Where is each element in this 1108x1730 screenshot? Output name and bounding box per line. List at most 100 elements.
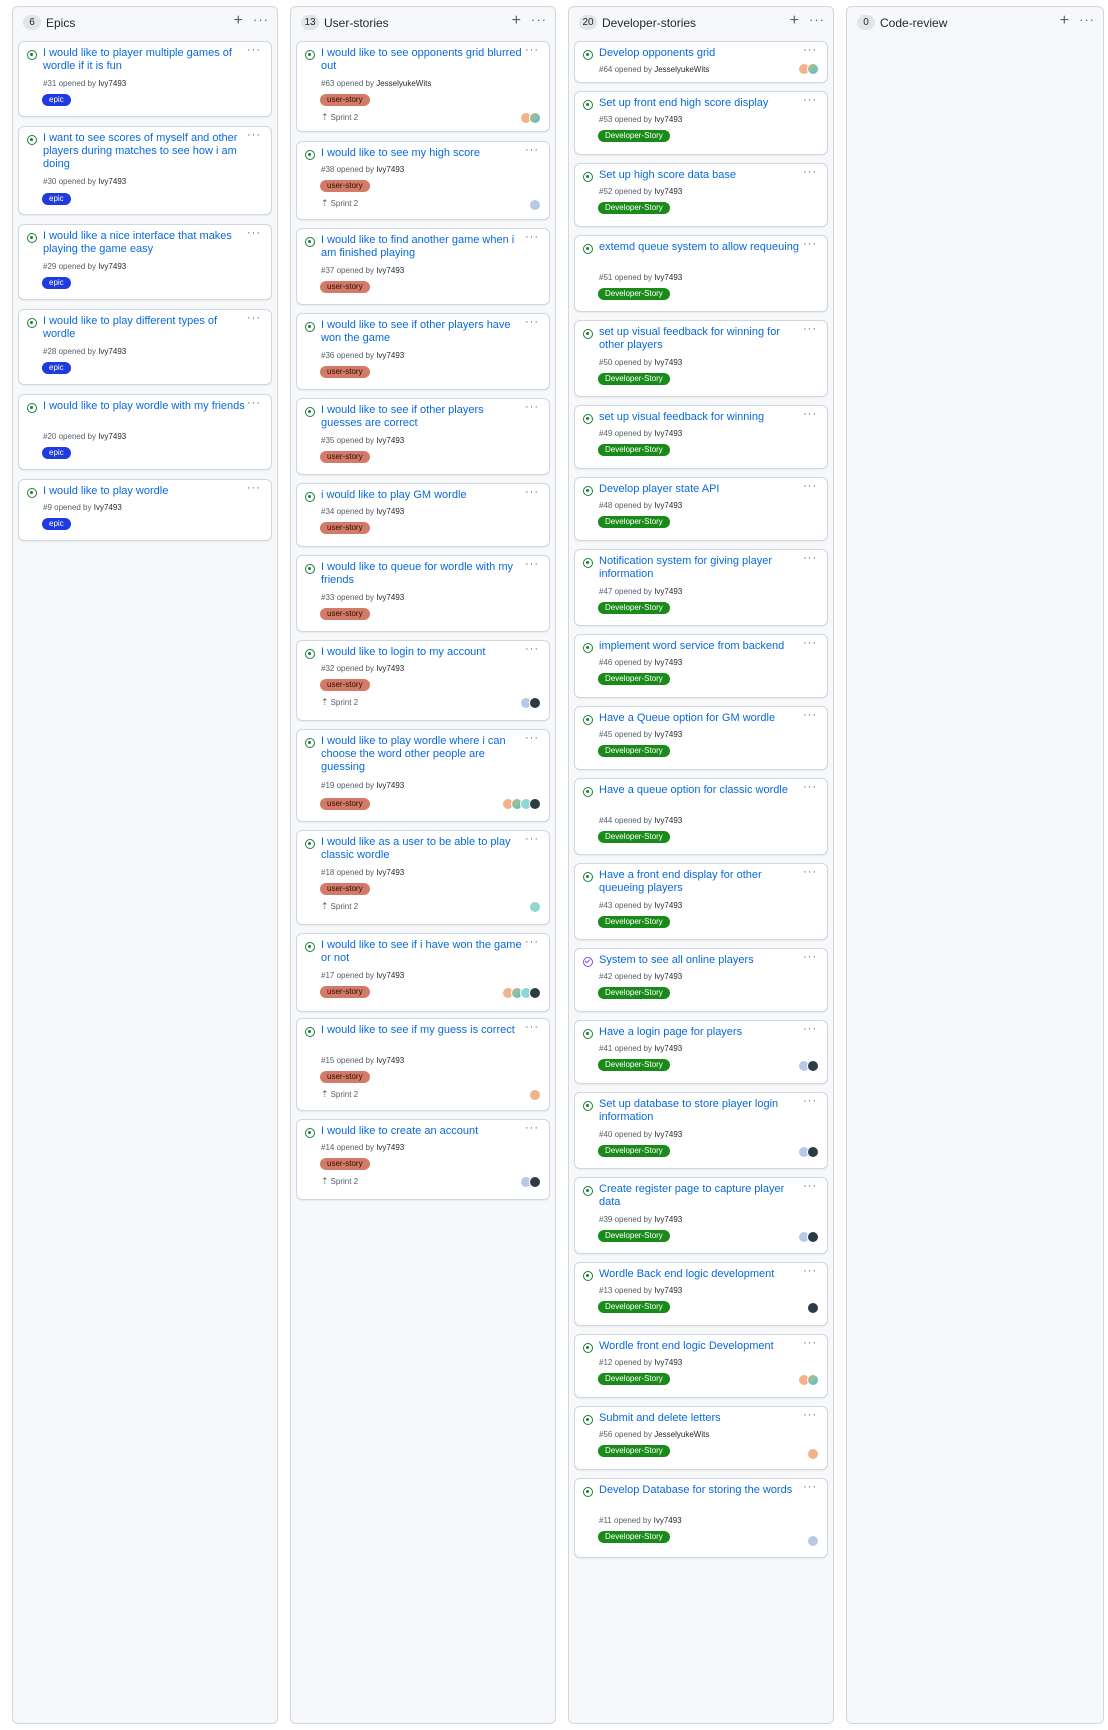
- label-developer-story[interactable]: Developer-Story: [598, 1445, 670, 1457]
- issue-title[interactable]: Set up high score data base: [599, 169, 801, 182]
- add-item-button[interactable]: +: [790, 12, 799, 30]
- issue-card[interactable]: Develop Database for storing the words ·…: [574, 1478, 828, 1558]
- issue-card[interactable]: extemd queue system to allow requeuing ·…: [574, 235, 828, 312]
- issue-card[interactable]: Submit and delete letters ··· #56 opened…: [574, 1406, 828, 1470]
- label-epic[interactable]: epic: [42, 94, 71, 106]
- issue-author[interactable]: Ivy7493: [654, 1358, 682, 1367]
- issue-title[interactable]: Have a login page for players: [599, 1026, 801, 1039]
- issue-card[interactable]: I would like to play wordle where i can …: [296, 729, 550, 822]
- avatar[interactable]: [529, 112, 541, 124]
- card-menu-button[interactable]: ···: [525, 1122, 539, 1134]
- issue-author[interactable]: Ivy7493: [654, 115, 682, 124]
- issue-card[interactable]: I would like to create an account ··· #1…: [296, 1119, 550, 1200]
- avatar[interactable]: [807, 1231, 819, 1243]
- add-item-button[interactable]: +: [512, 12, 521, 30]
- issue-title[interactable]: I would like to player multiple games of…: [43, 47, 245, 73]
- issue-card[interactable]: set up visual feedback for winning ··· #…: [574, 405, 828, 469]
- card-menu-button[interactable]: ···: [525, 732, 539, 744]
- avatar[interactable]: [529, 901, 541, 913]
- issue-card[interactable]: I would like to play different types of …: [18, 309, 272, 385]
- avatar[interactable]: [807, 1146, 819, 1158]
- issue-title[interactable]: I would like as a user to be able to pla…: [321, 836, 523, 862]
- issue-title[interactable]: Have a front end display for other queue…: [599, 869, 801, 895]
- issue-card[interactable]: System to see all online players ··· #42…: [574, 948, 828, 1012]
- label-user-story[interactable]: user-story: [320, 798, 370, 810]
- issue-author[interactable]: Ivy7493: [654, 1130, 682, 1139]
- card-menu-button[interactable]: ···: [525, 1021, 539, 1033]
- card-menu-button[interactable]: ···: [525, 401, 539, 413]
- issue-title[interactable]: Notification system for giving player in…: [599, 555, 801, 581]
- sprint-field[interactable]: ⇡ Sprint 2: [321, 112, 358, 123]
- card-menu-button[interactable]: ···: [803, 1023, 817, 1035]
- label-developer-story[interactable]: Developer-Story: [598, 1373, 670, 1385]
- issue-card[interactable]: I want to see scores of myself and other…: [18, 126, 272, 215]
- issue-author[interactable]: Ivy7493: [654, 1044, 682, 1053]
- avatar[interactable]: [529, 199, 541, 211]
- issue-title[interactable]: Wordle front end logic Development: [599, 1340, 801, 1353]
- issue-author[interactable]: JesselyukeWits: [654, 65, 709, 74]
- card-menu-button[interactable]: ···: [803, 552, 817, 564]
- label-epic[interactable]: epic: [42, 277, 71, 289]
- avatar[interactable]: [529, 1089, 541, 1101]
- avatar[interactable]: [807, 1448, 819, 1460]
- issue-card[interactable]: Develop opponents grid ··· #64 opened by…: [574, 41, 828, 83]
- issue-card[interactable]: Set up front end high score display ··· …: [574, 91, 828, 155]
- issue-author[interactable]: Ivy7493: [654, 501, 682, 510]
- label-developer-story[interactable]: Developer-Story: [598, 602, 670, 614]
- issue-card[interactable]: set up visual feedback for winning for o…: [574, 320, 828, 397]
- card-menu-button[interactable]: ···: [803, 44, 817, 56]
- label-developer-story[interactable]: Developer-Story: [598, 444, 670, 456]
- issue-card[interactable]: Create register page to capture player d…: [574, 1177, 828, 1254]
- issue-card[interactable]: I would like to see if other players hav…: [296, 313, 550, 390]
- avatar[interactable]: [529, 1176, 541, 1188]
- issue-title[interactable]: I would like to see if i have won the ga…: [321, 939, 523, 965]
- issue-card[interactable]: Have a front end display for other queue…: [574, 863, 828, 940]
- issue-author[interactable]: Ivy7493: [654, 187, 682, 196]
- issue-author[interactable]: Ivy7493: [98, 432, 126, 441]
- issue-title[interactable]: I would like to see if my guess is corre…: [321, 1024, 523, 1037]
- issue-author[interactable]: Ivy7493: [654, 658, 682, 667]
- issue-card[interactable]: Have a queue option for classic wordle ·…: [574, 778, 828, 855]
- issue-card[interactable]: Notification system for giving player in…: [574, 549, 828, 626]
- sprint-field[interactable]: ⇡ Sprint 2: [321, 697, 358, 708]
- issue-title[interactable]: I would like to play wordle where i can …: [321, 735, 523, 774]
- card-menu-button[interactable]: ···: [803, 166, 817, 178]
- label-user-story[interactable]: user-story: [320, 1158, 370, 1170]
- column-menu-button[interactable]: ···: [1079, 12, 1095, 27]
- issue-author[interactable]: Ivy7493: [376, 436, 404, 445]
- issue-title[interactable]: I would like to see if other players hav…: [321, 319, 523, 345]
- issue-author[interactable]: JesselyukeWits: [654, 1430, 709, 1439]
- column-menu-button[interactable]: ···: [253, 12, 269, 27]
- issue-author[interactable]: Ivy7493: [654, 901, 682, 910]
- label-user-story[interactable]: user-story: [320, 180, 370, 192]
- issue-author[interactable]: Ivy7493: [376, 868, 404, 877]
- issue-title[interactable]: extemd queue system to allow requeuing: [599, 241, 801, 254]
- label-developer-story[interactable]: Developer-Story: [598, 130, 670, 142]
- label-user-story[interactable]: user-story: [320, 608, 370, 620]
- issue-card[interactable]: I would like to see if my guess is corre…: [296, 1018, 550, 1111]
- label-user-story[interactable]: user-story: [320, 94, 370, 106]
- label-developer-story[interactable]: Developer-Story: [598, 288, 670, 300]
- issue-author[interactable]: Ivy7493: [654, 730, 682, 739]
- card-menu-button[interactable]: ···: [803, 238, 817, 250]
- label-user-story[interactable]: user-story: [320, 1071, 370, 1083]
- issue-author[interactable]: Ivy7493: [376, 971, 404, 980]
- issue-card[interactable]: I would like to see if i have won the ga…: [296, 933, 550, 1012]
- issue-author[interactable]: Ivy7493: [376, 507, 404, 516]
- column-menu-button[interactable]: ···: [531, 12, 547, 27]
- issue-title[interactable]: Develop opponents grid: [599, 47, 801, 60]
- label-user-story[interactable]: user-story: [320, 451, 370, 463]
- card-menu-button[interactable]: ···: [803, 94, 817, 106]
- card-menu-button[interactable]: ···: [525, 316, 539, 328]
- issue-title[interactable]: Have a Queue option for GM wordle: [599, 712, 801, 725]
- label-developer-story[interactable]: Developer-Story: [598, 745, 670, 757]
- label-developer-story[interactable]: Developer-Story: [598, 831, 670, 843]
- issue-author[interactable]: Ivy7493: [376, 351, 404, 360]
- issue-title[interactable]: Submit and delete letters: [599, 1412, 801, 1425]
- label-user-story[interactable]: user-story: [320, 281, 370, 293]
- issue-author[interactable]: Ivy7493: [376, 781, 404, 790]
- issue-title[interactable]: I would like to see opponents grid blurr…: [321, 47, 523, 73]
- issue-author[interactable]: Ivy7493: [98, 177, 126, 186]
- issue-card[interactable]: I would like to find another game when i…: [296, 228, 550, 305]
- card-menu-button[interactable]: ···: [525, 558, 539, 570]
